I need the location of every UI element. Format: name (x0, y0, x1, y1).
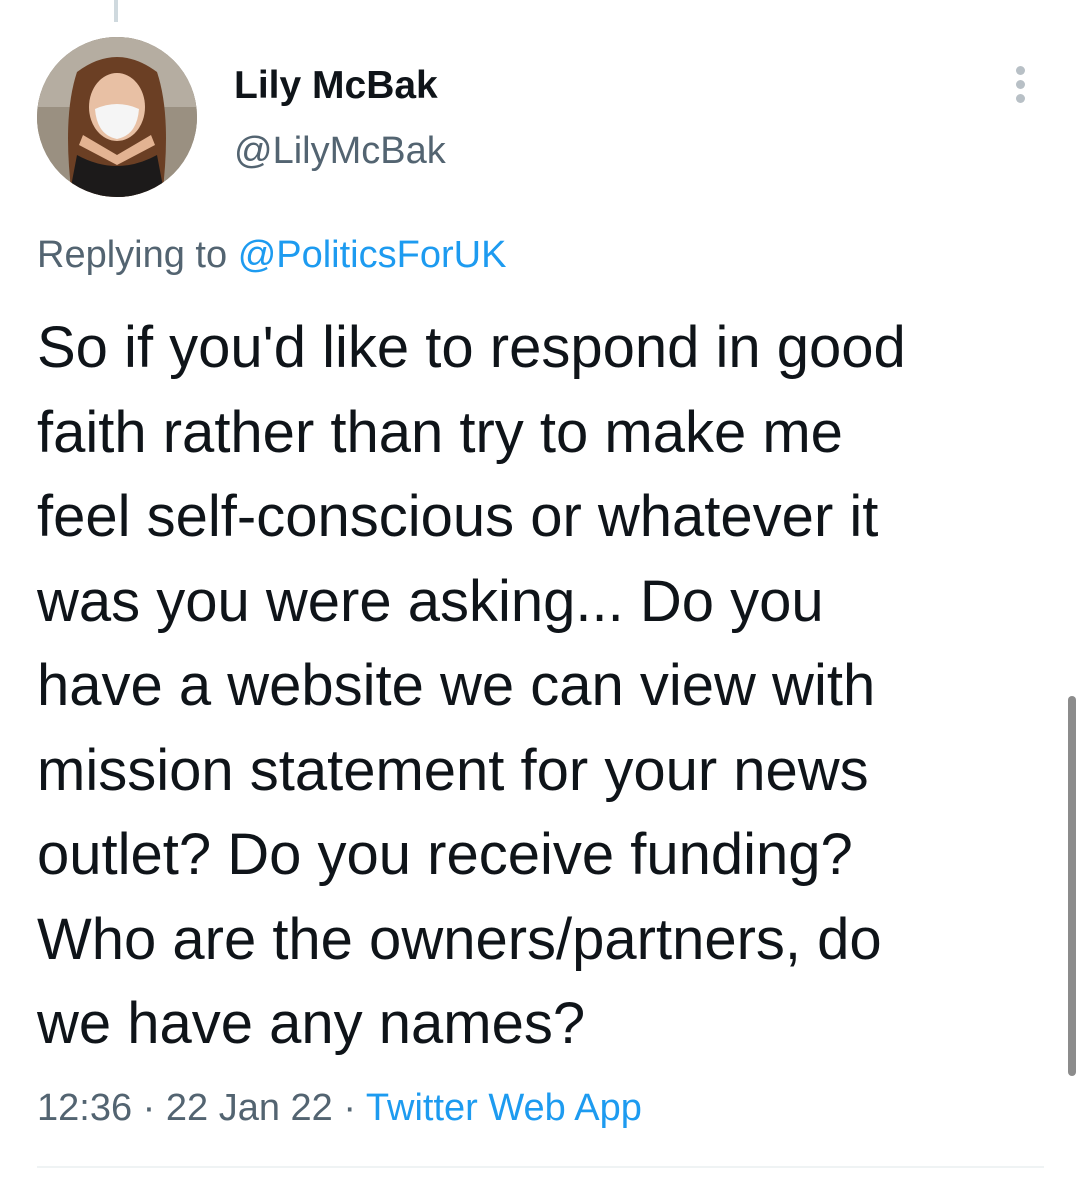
meta-separator: · (142, 1087, 156, 1129)
meta-separator: · (343, 1087, 357, 1129)
more-vertical-icon (1015, 65, 1025, 75)
replying-to-line: Replying to @PoliticsForUK (37, 232, 506, 278)
divider (37, 1166, 1044, 1168)
tweet-source-link[interactable]: Twitter Web App (366, 1087, 642, 1129)
replying-to-label: Replying to (37, 234, 228, 276)
tweet-text-line: was you were asking... Do you (37, 568, 824, 634)
avatar-photo-icon (37, 37, 197, 197)
avatar[interactable] (37, 37, 197, 197)
author-display-name[interactable]: Lily McBak (234, 63, 438, 109)
tweet-text-line: So if you'd like to respond in good (37, 315, 906, 380)
more-vertical-icon (1015, 93, 1025, 103)
author-handle[interactable]: @LilyMcBak (234, 128, 446, 174)
more-vertical-icon (1015, 79, 1025, 89)
tweet-text-line: have a website we can view with (37, 653, 876, 718)
thread-connector-line (114, 0, 118, 22)
tweet-text-line: faith rather than try to make me (37, 399, 843, 465)
tweet-text-line: feel self-conscious or whatever it (37, 484, 879, 549)
tweet-text-line: we have any names? (37, 991, 586, 1056)
replying-to-mention-link[interactable]: @PoliticsForUK (238, 234, 507, 276)
tweet-text-line: outlet? Do you receive funding? (37, 822, 853, 887)
tweet-date[interactable]: 22 Jan 22 (166, 1087, 333, 1129)
tweet-metadata: 12:36 · 22 Jan 22 · Twitter Web App (37, 1085, 642, 1131)
more-options-button[interactable] (1000, 60, 1040, 108)
tweet-text-line: Who are the owners/partners, do (37, 906, 882, 972)
tweet-text: So if you'd like to respond in good fait… (37, 306, 1047, 1067)
tweet-text-line: mission statement for your news (37, 737, 869, 803)
tweet-time[interactable]: 12:36 (37, 1087, 132, 1129)
scrollbar-thumb[interactable] (1068, 696, 1076, 1076)
